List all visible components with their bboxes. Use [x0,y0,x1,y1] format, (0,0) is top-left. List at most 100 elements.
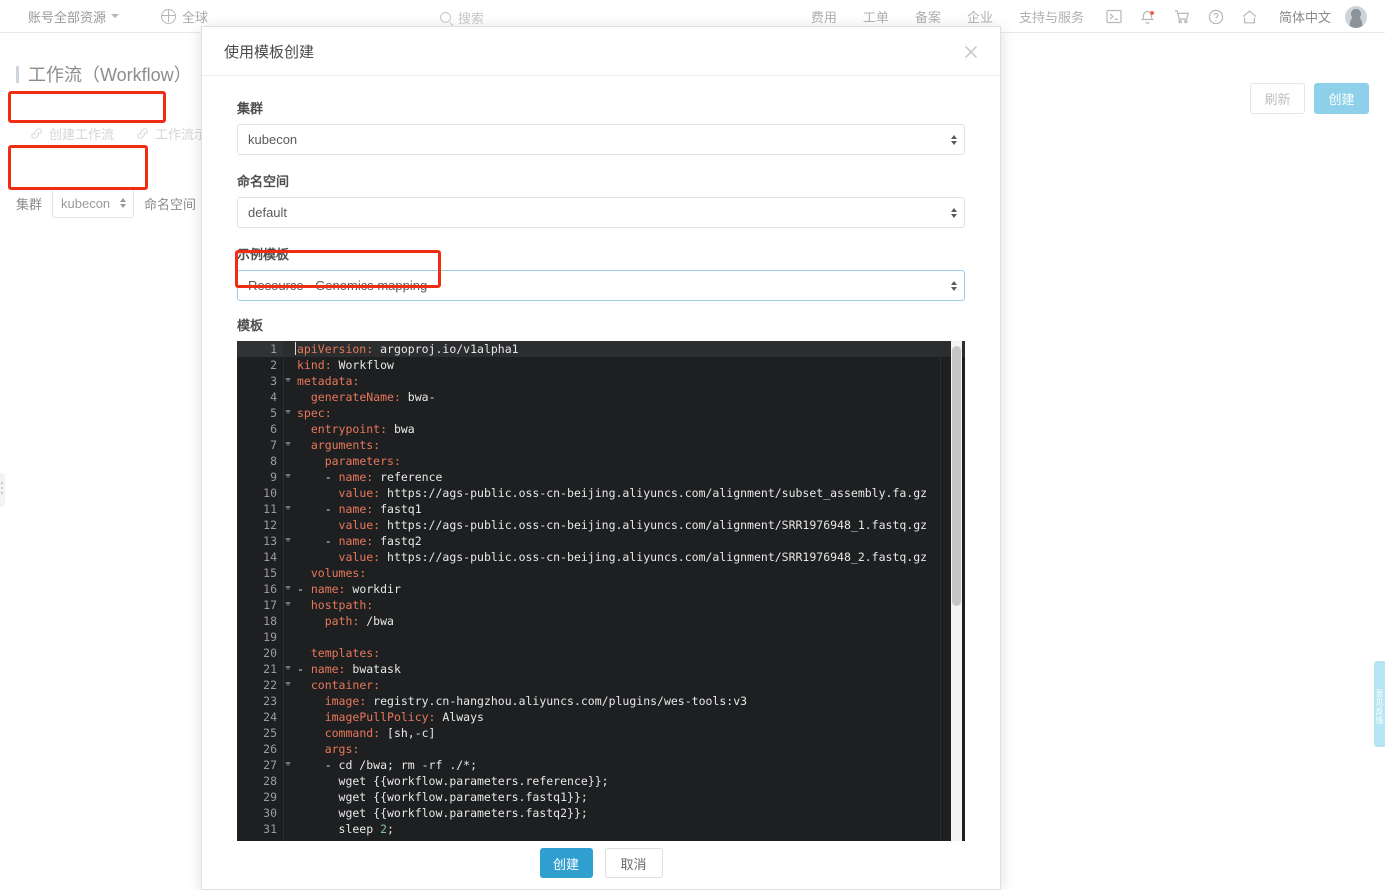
search-icon [440,12,451,23]
help-icon[interactable] [1199,0,1233,33]
filter-row: 集群 kubecon 命名空间 [16,188,196,218]
code-text: value: https://ags-public.oss-cn-beijing… [338,518,928,532]
scrollbar-thumb[interactable] [952,346,961,606]
chevron-down-icon [111,14,120,18]
highlight-box-cluster-filter [8,145,148,190]
page-action-buttons: 刷新 创建 [1250,83,1369,114]
code-text: command: [sh,-c] [324,726,436,740]
dialog-body: 集群 kubecon 命名空间 default 示例模板 Resource - … [202,76,1000,843]
dialog-create-button[interactable]: 创建 [539,848,593,878]
example-template-select[interactable]: Resource - Genomics mapping [237,270,965,301]
refresh-button[interactable]: 刷新 [1250,83,1305,114]
topnav-left: 账号全部资源 全球 [0,7,208,26]
code-line: 5 spec: [237,405,965,421]
close-icon[interactable] [960,41,982,63]
code-line: 10 value: https://ags-public.oss-cn-beij… [237,485,965,501]
cluster-field-label: 集群 [237,101,264,116]
code-line: 21 - name: bwatask [237,661,965,677]
topnav-item-support[interactable]: 支持与服务 [1006,7,1097,26]
region-selector[interactable]: 全球 [161,7,208,26]
line-number: 19 [237,629,283,645]
bell-icon[interactable] [1131,0,1165,33]
global-search[interactable]: 搜索 [440,8,484,27]
language-selector[interactable]: 简体中文 [1267,7,1343,26]
code-line: 25 command: [sh,-c] [237,725,965,741]
code-line: 22 container: [237,677,965,693]
screen: 账号全部资源 全球 搜索 费用 工单 备案 企业 支持与服务 简体中文 工作流（… [0,0,1385,890]
globe-icon [161,8,177,24]
code-text: parameters: [324,454,401,468]
line-number: 1 [237,341,283,357]
account-resources-menu[interactable]: 账号全部资源 [28,7,120,26]
line-number: 25 [237,725,283,741]
line-number: 2 [237,357,283,373]
code-line: 29 wget {{workflow.parameters.fastq1}}; [237,789,965,805]
code-line: 15 volumes: [237,565,965,581]
code-text: generateName: bwa- [310,390,436,404]
code-text: imagePullPolicy: Always [324,710,484,724]
line-number: 30 [237,805,283,821]
line-number: 28 [237,773,283,789]
code-text: metadata: [297,374,360,388]
line-number: 10 [237,485,283,501]
dialog-cancel-button[interactable]: 取消 [604,848,663,878]
code-text: wget {{workflow.parameters.fastq1}}; [297,790,588,804]
sidebar-collapse-handle[interactable] [0,473,5,507]
yaml-code-editor[interactable]: 1 apiVersion: argoproj.io/v1alpha1 2 kind: … [237,341,965,841]
code-text: value: https://ags-public.oss-cn-beijing… [338,550,928,564]
line-number: 31 [237,821,283,837]
code-text: - name: reference [324,470,443,484]
line-number: 16 [237,581,291,597]
editor-scrollbar[interactable] [951,341,962,841]
line-number: 15 [237,565,283,581]
code-text: kind: Workflow [297,358,394,372]
code-text: wget {{workflow.parameters.reference}}; [297,774,609,788]
create-button[interactable]: 创建 [1314,83,1369,114]
page-title: 工作流（Workflow） [16,61,192,87]
cluster-filter-select[interactable]: kubecon [52,188,135,218]
line-number: 17 [237,597,291,613]
feedback-tab[interactable]: 意见反馈 [1374,661,1385,747]
example-template-value: Resource - Genomics mapping [248,278,428,293]
stepper-icon [120,198,127,208]
search-placeholder: 搜索 [458,11,485,26]
line-number: 21 [237,661,291,677]
tool-link-create-workflow[interactable]: 创建工作流 [30,124,114,143]
code-line: 4 generateName: bwa- [237,389,965,405]
code-text: wget {{workflow.parameters.fastq2}}; [297,806,588,820]
topnav-item-icp[interactable]: 备案 [902,7,954,26]
topnav-item-enterprise[interactable]: 企业 [954,7,1006,26]
code-text: spec: [297,406,332,420]
code-line: 7 arguments: [237,437,965,453]
namespace-field-label: 命名空间 [237,174,290,189]
example-template-field-label: 示例模板 [237,247,290,262]
line-number: 6 [237,421,283,437]
code-lines: 1 apiVersion: argoproj.io/v1alpha1 2 kind: … [237,341,965,841]
cart-icon[interactable] [1165,0,1199,33]
code-text: - name: fastq2 [324,534,422,548]
dialog-header: 使用模板创建 [202,27,1000,76]
dialog-footer: 创建 取消 [202,843,1000,889]
cluster-select[interactable]: kubecon [237,124,965,155]
code-text: container: [310,678,381,692]
code-line: 1 apiVersion: argoproj.io/v1alpha1 [237,341,965,357]
avatar[interactable] [1345,5,1367,28]
code-line: 9 - name: reference [237,469,965,485]
home-icon[interactable] [1233,0,1267,33]
code-line: 23 image: registry.cn-hangzhou.aliyuncs.… [237,693,965,709]
namespace-select[interactable]: default [237,197,965,228]
code-text: arguments: [310,438,381,452]
code-text: path: /bwa [324,614,394,628]
cluster-select-value: kubecon [248,132,298,147]
topnav-item-ticket[interactable]: 工单 [850,7,902,26]
code-text: sleep 2; [297,822,394,836]
code-text: - name: workdir [297,582,401,596]
code-text: apiVersion: argoproj.io/v1alpha1 [295,342,519,356]
code-line: 3 metadata: [237,373,965,389]
topnav-item-cost[interactable]: 费用 [798,7,850,26]
terminal-icon[interactable] [1097,0,1131,33]
code-text: args: [324,742,360,756]
code-text: - name: bwatask [297,662,401,676]
line-number: 11 [237,501,291,517]
